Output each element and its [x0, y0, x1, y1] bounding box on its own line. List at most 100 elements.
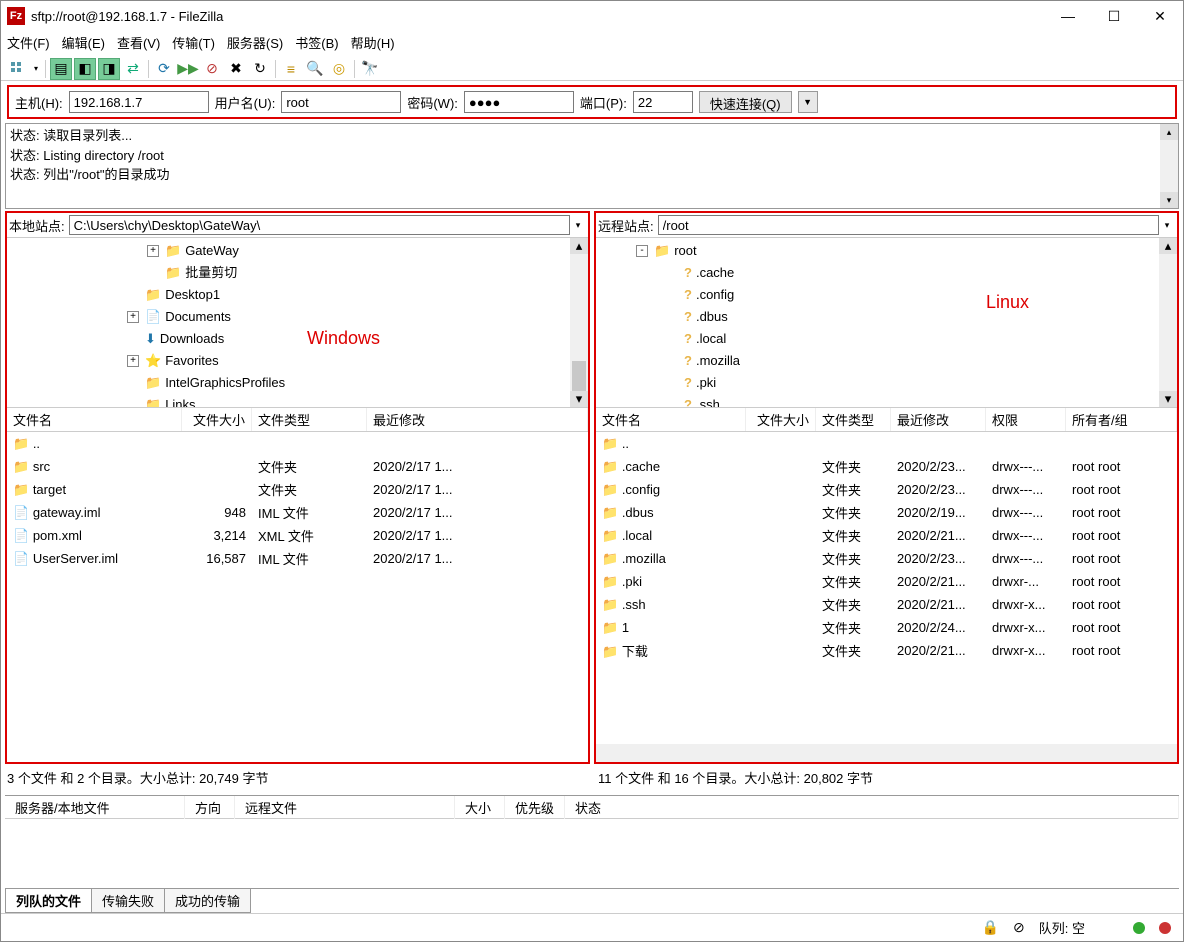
- file-row[interactable]: 📄 gateway.iml948IML 文件2020/2/17 1...: [7, 501, 588, 524]
- file-row[interactable]: 📁 下载文件夹2020/2/21...drwxr-x...root root: [596, 639, 1177, 662]
- tree-item[interactable]: ?.config: [616, 284, 1159, 306]
- reconnect-button[interactable]: ↻: [249, 58, 271, 80]
- col-modified[interactable]: 最近修改: [891, 408, 986, 431]
- sitemanager-dropdown[interactable]: ▾: [31, 58, 41, 80]
- tree-item[interactable]: ?.local: [616, 328, 1159, 350]
- tab-failed[interactable]: 传输失败: [91, 889, 165, 913]
- file-row[interactable]: 📁 ..: [7, 432, 588, 455]
- tree-item[interactable]: ?.ssh: [616, 394, 1159, 407]
- col-type[interactable]: 文件类型: [816, 408, 891, 431]
- tree-item[interactable]: +📄Documents: [27, 306, 570, 328]
- menu-bookmarks[interactable]: 书签(B): [295, 33, 338, 52]
- tree-item[interactable]: 📁批量剪切: [27, 262, 570, 284]
- remote-tree-scrollbar[interactable]: ▴▾: [1159, 238, 1177, 407]
- th-status[interactable]: 状态: [565, 796, 1179, 819]
- quickconnect-button[interactable]: 快速连接(Q): [699, 91, 792, 113]
- file-row[interactable]: 📁 ..: [596, 432, 1177, 455]
- remote-file-header[interactable]: 文件名 文件大小 文件类型 最近修改 权限 所有者/组: [596, 408, 1177, 432]
- col-owner[interactable]: 所有者/组: [1066, 408, 1177, 431]
- tree-expander[interactable]: -: [636, 245, 648, 257]
- scroll-down-icon[interactable]: ▾: [1160, 192, 1178, 208]
- refresh-button[interactable]: ⟳: [153, 58, 175, 80]
- menu-transfer[interactable]: 传输(T): [172, 33, 215, 52]
- toggle-local-tree-button[interactable]: ◧: [74, 58, 96, 80]
- col-name[interactable]: 文件名: [596, 408, 746, 431]
- file-row[interactable]: 📁 .mozilla文件夹2020/2/23...drwx---...root …: [596, 547, 1177, 570]
- menu-file[interactable]: 文件(F): [7, 33, 50, 52]
- th-size[interactable]: 大小: [455, 796, 505, 819]
- user-input[interactable]: [281, 91, 401, 113]
- th-remote[interactable]: 远程文件: [235, 796, 455, 819]
- col-size[interactable]: 文件大小: [182, 408, 252, 431]
- disconnect-button[interactable]: ✖: [225, 58, 247, 80]
- minimize-button[interactable]: —: [1045, 1, 1091, 31]
- tree-item[interactable]: ?.dbus: [616, 306, 1159, 328]
- tree-item[interactable]: +⭐Favorites: [27, 350, 570, 372]
- tree-item[interactable]: 📁Links: [27, 394, 570, 407]
- col-perms[interactable]: 权限: [986, 408, 1066, 431]
- tab-success[interactable]: 成功的传输: [164, 889, 251, 913]
- toggle-queue-button[interactable]: ⇄: [122, 58, 144, 80]
- compare-button[interactable]: ◎: [328, 58, 350, 80]
- menu-view[interactable]: 查看(V): [117, 33, 160, 52]
- remote-path-dropdown[interactable]: ▾: [1159, 220, 1175, 231]
- cancel-button[interactable]: ⊘: [201, 58, 223, 80]
- search-button[interactable]: 🔍: [304, 58, 326, 80]
- log-scrollbar[interactable]: ▴ ▾: [1160, 124, 1178, 208]
- th-dir[interactable]: 方向: [185, 796, 235, 819]
- file-row[interactable]: 📁 target文件夹2020/2/17 1...: [7, 478, 588, 501]
- file-row[interactable]: 📁 .cache文件夹2020/2/23...drwx---...root ro…: [596, 455, 1177, 478]
- menu-help[interactable]: 帮助(H): [351, 33, 395, 52]
- toggle-remote-tree-button[interactable]: ◨: [98, 58, 120, 80]
- tree-item[interactable]: ?.pki: [616, 372, 1159, 394]
- tree-item[interactable]: -📁root: [616, 240, 1159, 262]
- menu-edit[interactable]: 编辑(E): [62, 33, 105, 52]
- tree-item[interactable]: 📁Desktop1: [27, 284, 570, 306]
- remote-hscrollbar[interactable]: [596, 744, 1177, 762]
- process-queue-button[interactable]: ▶▶: [177, 58, 199, 80]
- sitemanager-button[interactable]: [7, 58, 29, 80]
- tree-item[interactable]: 📁IntelGraphicsProfiles: [27, 372, 570, 394]
- remote-path-input[interactable]: [658, 215, 1159, 235]
- local-tree[interactable]: +📁GateWay📁批量剪切📁Desktop1+📄Documents⬇Downl…: [7, 238, 588, 408]
- port-input[interactable]: [633, 91, 693, 113]
- transfer-body[interactable]: [5, 819, 1179, 889]
- th-prio[interactable]: 优先级: [505, 796, 565, 819]
- maximize-button[interactable]: ☐: [1091, 1, 1137, 31]
- tree-expander[interactable]: +: [127, 355, 139, 367]
- col-name[interactable]: 文件名: [7, 408, 182, 431]
- col-size[interactable]: 文件大小: [746, 408, 816, 431]
- quickconnect-dropdown[interactable]: ▼: [798, 91, 818, 113]
- transfer-header[interactable]: 服务器/本地文件 方向 远程文件 大小 优先级 状态: [5, 795, 1179, 819]
- file-row[interactable]: 📁 .config文件夹2020/2/23...drwx---...root r…: [596, 478, 1177, 501]
- toggle-log-button[interactable]: ▤: [50, 58, 72, 80]
- binoculars-button[interactable]: 🔭: [359, 58, 381, 80]
- file-row[interactable]: 📁 .pki文件夹2020/2/21...drwxr-...root root: [596, 570, 1177, 593]
- file-row[interactable]: 📁 .local文件夹2020/2/21...drwx---...root ro…: [596, 524, 1177, 547]
- file-row[interactable]: 📁 src文件夹2020/2/17 1...: [7, 455, 588, 478]
- file-row[interactable]: 📄 pom.xml3,214XML 文件2020/2/17 1...: [7, 524, 588, 547]
- pass-input[interactable]: [464, 91, 574, 113]
- filter-button[interactable]: ≡: [280, 58, 302, 80]
- menu-server[interactable]: 服务器(S): [227, 33, 283, 52]
- file-row[interactable]: 📁 .ssh文件夹2020/2/21...drwxr-x...root root: [596, 593, 1177, 616]
- col-type[interactable]: 文件类型: [252, 408, 367, 431]
- close-button[interactable]: ✕: [1137, 1, 1183, 31]
- tree-item[interactable]: ?.mozilla: [616, 350, 1159, 372]
- scroll-up-icon[interactable]: ▴: [1160, 124, 1178, 140]
- file-row[interactable]: 📁 .dbus文件夹2020/2/19...drwx---...root roo…: [596, 501, 1177, 524]
- remote-tree[interactable]: -📁root?.cache?.config?.dbus?.local?.mozi…: [596, 238, 1177, 408]
- tree-item[interactable]: ⬇Downloads: [27, 328, 570, 350]
- tab-queued[interactable]: 列队的文件: [5, 889, 92, 913]
- local-path-input[interactable]: [69, 215, 570, 235]
- th-server[interactable]: 服务器/本地文件: [5, 796, 185, 819]
- file-row[interactable]: 📄 UserServer.iml16,587IML 文件2020/2/17 1.…: [7, 547, 588, 570]
- local-tree-scrollbar[interactable]: ▴▾: [570, 238, 588, 407]
- tree-expander[interactable]: +: [147, 245, 159, 257]
- tree-item[interactable]: ?.cache: [616, 262, 1159, 284]
- tree-item[interactable]: +📁GateWay: [27, 240, 570, 262]
- local-file-header[interactable]: 文件名 文件大小 文件类型 最近修改: [7, 408, 588, 432]
- col-modified[interactable]: 最近修改: [367, 408, 588, 431]
- tree-expander[interactable]: +: [127, 311, 139, 323]
- local-path-dropdown[interactable]: ▾: [570, 220, 586, 231]
